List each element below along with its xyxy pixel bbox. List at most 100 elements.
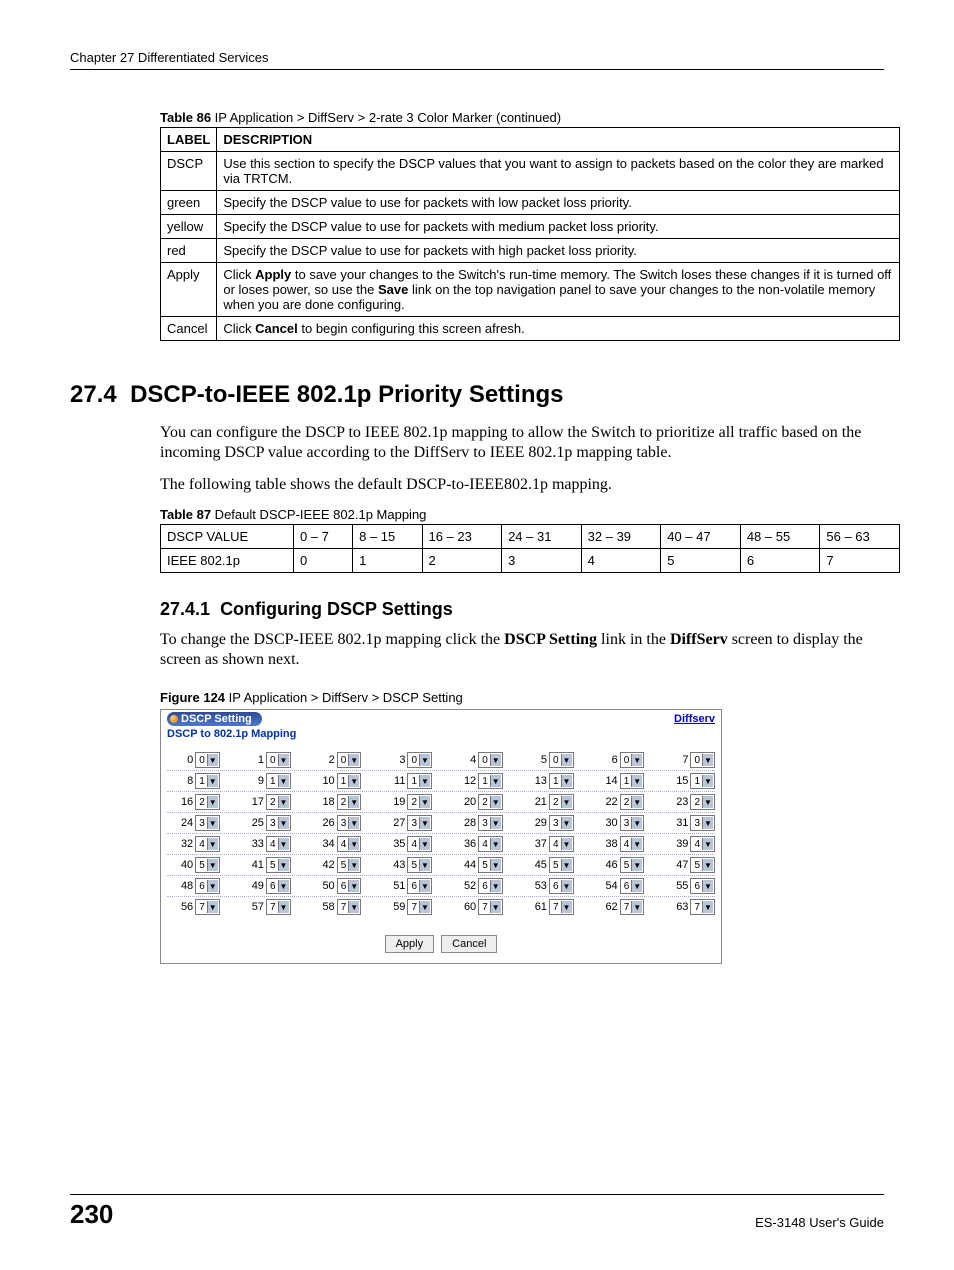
priority-select[interactable]: 2▼: [620, 794, 645, 810]
priority-select[interactable]: 1▼: [690, 773, 715, 789]
chevron-down-icon: ▼: [348, 817, 359, 829]
priority-select[interactable]: 2▼: [549, 794, 574, 810]
chevron-down-icon: ▼: [207, 817, 218, 829]
dscp-index: 21: [533, 796, 547, 808]
priority-select[interactable]: 6▼: [266, 878, 291, 894]
mapping-cell: 536▼: [521, 878, 574, 894]
table-row: DSCP VALUE 0 – 7 8 – 15 16 – 23 24 – 31 …: [161, 525, 900, 549]
chevron-down-icon: ▼: [490, 817, 501, 829]
priority-value: 4: [694, 839, 700, 850]
priority-select[interactable]: 1▼: [195, 773, 220, 789]
priority-select[interactable]: 0▼: [620, 752, 645, 768]
priority-select[interactable]: 2▼: [195, 794, 220, 810]
priority-select[interactable]: 7▼: [195, 899, 220, 915]
priority-select[interactable]: 6▼: [478, 878, 503, 894]
priority-select[interactable]: 0▼: [407, 752, 432, 768]
priority-select[interactable]: 2▼: [266, 794, 291, 810]
priority-select[interactable]: 7▼: [407, 899, 432, 915]
figure-caption-text: IP Application > DiffServ > DSCP Setting: [225, 690, 463, 705]
priority-select[interactable]: 4▼: [690, 836, 715, 852]
dscp-index: 31: [674, 817, 688, 829]
priority-select[interactable]: 1▼: [407, 773, 432, 789]
mapping-cell: 577▼: [238, 899, 291, 915]
priority-select[interactable]: 0▼: [549, 752, 574, 768]
priority-select[interactable]: 5▼: [266, 857, 291, 873]
priority-value: 6: [553, 881, 559, 892]
priority-select[interactable]: 7▼: [690, 899, 715, 915]
priority-select[interactable]: 5▼: [690, 857, 715, 873]
priority-select[interactable]: 5▼: [337, 857, 362, 873]
priority-select[interactable]: 1▼: [478, 773, 503, 789]
subsection-heading: 27.4.1 Configuring DSCP Settings: [160, 599, 884, 620]
priority-select[interactable]: 6▼: [620, 878, 645, 894]
priority-select[interactable]: 4▼: [195, 836, 220, 852]
priority-select[interactable]: 4▼: [407, 836, 432, 852]
priority-select[interactable]: 6▼: [690, 878, 715, 894]
chevron-down-icon: ▼: [631, 796, 642, 808]
priority-select[interactable]: 1▼: [266, 773, 291, 789]
dscp-index: 35: [391, 838, 405, 850]
priority-select[interactable]: 5▼: [195, 857, 220, 873]
priority-select[interactable]: 6▼: [407, 878, 432, 894]
priority-select[interactable]: 3▼: [266, 815, 291, 831]
priority-select[interactable]: 5▼: [478, 857, 503, 873]
priority-value: 6: [199, 881, 205, 892]
priority-select[interactable]: 2▼: [337, 794, 362, 810]
chevron-down-icon: ▼: [490, 859, 501, 871]
priority-value: 0: [270, 755, 276, 766]
priority-select[interactable]: 7▼: [337, 899, 362, 915]
priority-select[interactable]: 5▼: [620, 857, 645, 873]
cell-desc: Specify the DSCP value to use for packet…: [217, 215, 900, 239]
priority-select[interactable]: 4▼: [549, 836, 574, 852]
priority-select[interactable]: 2▼: [690, 794, 715, 810]
cancel-button[interactable]: Cancel: [441, 935, 497, 953]
priority-select[interactable]: 6▼: [195, 878, 220, 894]
priority-select[interactable]: 1▼: [549, 773, 574, 789]
priority-select[interactable]: 3▼: [337, 815, 362, 831]
priority-select[interactable]: 0▼: [690, 752, 715, 768]
chevron-down-icon: ▼: [207, 838, 218, 850]
priority-select[interactable]: 1▼: [337, 773, 362, 789]
priority-select[interactable]: 1▼: [620, 773, 645, 789]
dscp-index: 10: [321, 775, 335, 787]
priority-select[interactable]: 3▼: [549, 815, 574, 831]
priority-select[interactable]: 4▼: [337, 836, 362, 852]
priority-select[interactable]: 6▼: [337, 878, 362, 894]
page-header: Chapter 27 Differentiated Services: [70, 50, 884, 70]
priority-select[interactable]: 4▼: [620, 836, 645, 852]
priority-select[interactable]: 3▼: [478, 815, 503, 831]
priority-select[interactable]: 7▼: [266, 899, 291, 915]
priority-select[interactable]: 3▼: [620, 815, 645, 831]
diffserv-link[interactable]: Diffserv: [674, 713, 715, 725]
priority-select[interactable]: 0▼: [266, 752, 291, 768]
priority-select[interactable]: 5▼: [407, 857, 432, 873]
priority-select[interactable]: 0▼: [337, 752, 362, 768]
priority-select[interactable]: 6▼: [549, 878, 574, 894]
priority-select[interactable]: 3▼: [690, 815, 715, 831]
priority-select[interactable]: 4▼: [478, 836, 503, 852]
priority-value: 4: [624, 839, 630, 850]
priority-select[interactable]: 7▼: [549, 899, 574, 915]
priority-select[interactable]: 0▼: [195, 752, 220, 768]
chevron-down-icon: ▼: [561, 880, 572, 892]
priority-value: 4: [411, 839, 417, 850]
mapping-cell: 141▼: [592, 773, 645, 789]
priority-select[interactable]: 7▼: [478, 899, 503, 915]
priority-select[interactable]: 2▼: [478, 794, 503, 810]
priority-select[interactable]: 4▼: [266, 836, 291, 852]
priority-select[interactable]: 3▼: [407, 815, 432, 831]
priority-value: 7: [411, 902, 417, 913]
priority-select[interactable]: 7▼: [620, 899, 645, 915]
cell-label: DSCP: [161, 152, 217, 191]
apply-button[interactable]: Apply: [385, 935, 435, 953]
priority-select[interactable]: 3▼: [195, 815, 220, 831]
priority-select[interactable]: 0▼: [478, 752, 503, 768]
chevron-down-icon: ▼: [278, 880, 289, 892]
priority-select[interactable]: 2▼: [407, 794, 432, 810]
dscp-index: 40: [179, 859, 193, 871]
chevron-down-icon: ▼: [561, 775, 572, 787]
dscp-index: 23: [674, 796, 688, 808]
cell-desc: Specify the DSCP value to use for packet…: [217, 191, 900, 215]
priority-select[interactable]: 5▼: [549, 857, 574, 873]
table87-caption-num: Table 87: [160, 507, 211, 522]
